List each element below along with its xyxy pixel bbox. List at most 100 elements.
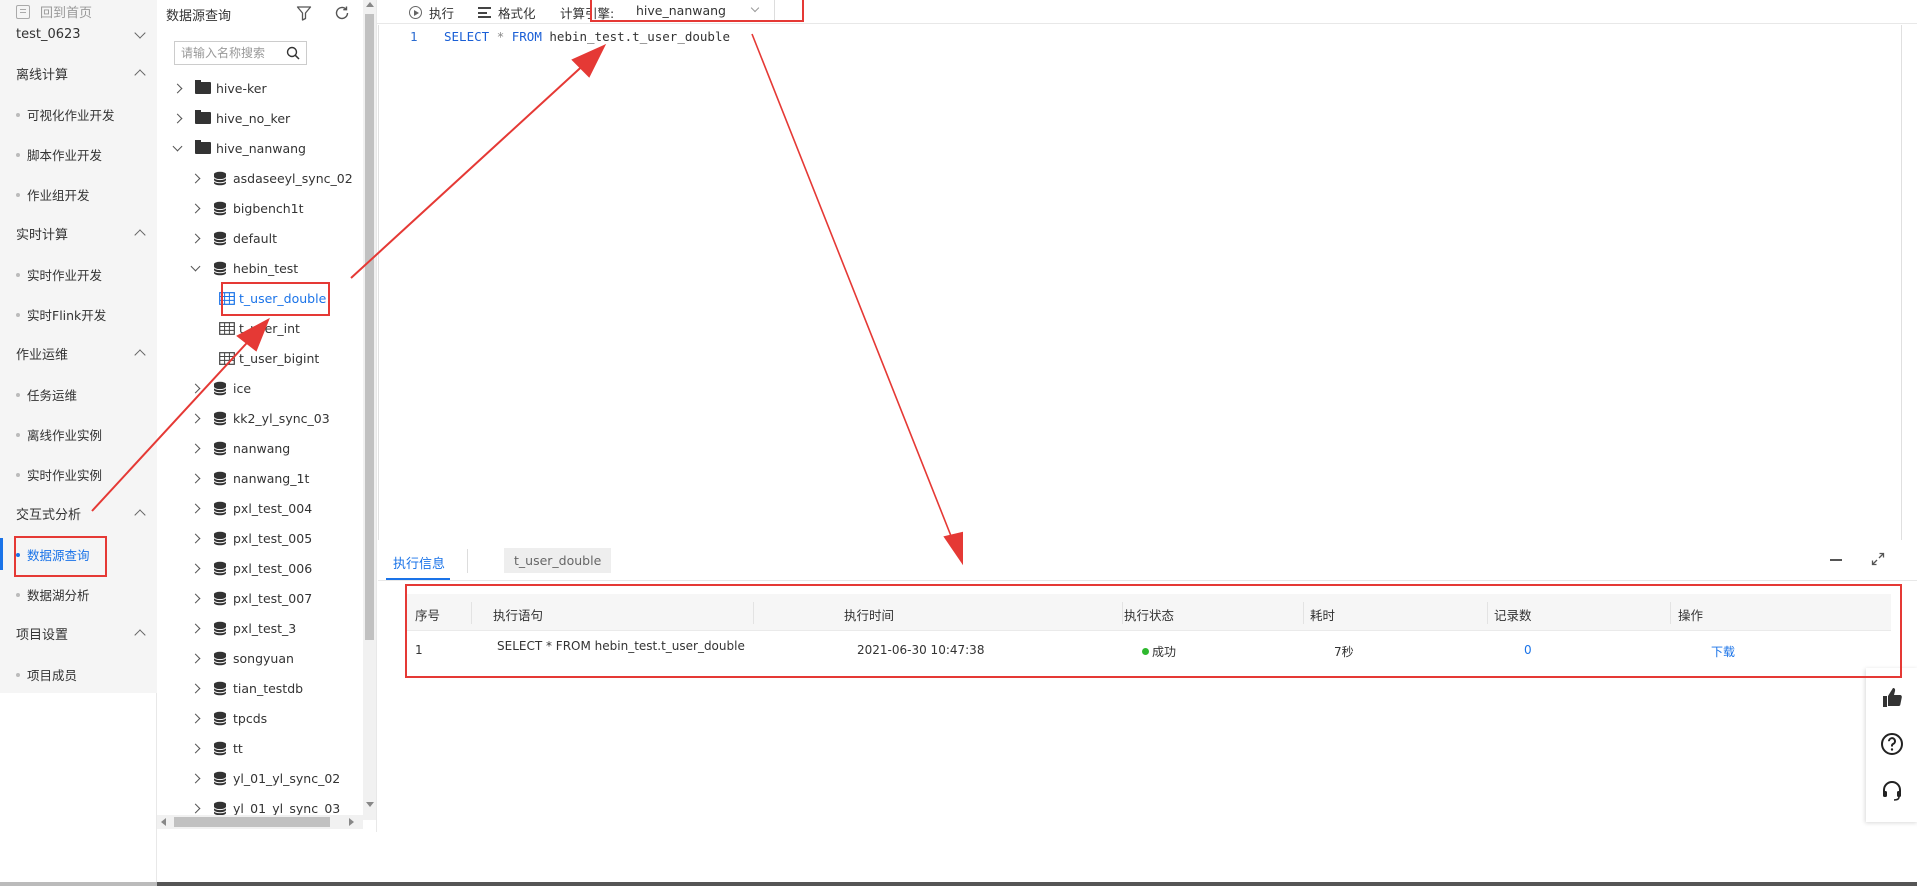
scroll-thumb[interactable]	[365, 14, 374, 640]
run-button[interactable]: 执行	[409, 3, 454, 22]
help-icon[interactable]	[1880, 732, 1904, 756]
nav-item-offline-instance[interactable]: 离线作业实例	[16, 425, 102, 444]
tree-node-folder[interactable]: hive_nanwang	[172, 138, 306, 158]
chevron-right-icon[interactable]	[190, 383, 201, 393]
tree-node-db[interactable]: kk2_yl_sync_03	[190, 408, 330, 428]
chevron-right-icon[interactable]	[172, 83, 183, 93]
chevron-right-icon[interactable]	[190, 443, 201, 453]
bullet-icon	[16, 152, 20, 157]
tree-node-db[interactable]: yl_01_yl_sync_02	[190, 768, 340, 788]
chevron-right-icon[interactable]	[190, 713, 201, 723]
tree-vertical-scrollbar[interactable]	[363, 0, 376, 820]
tree-node-db[interactable]: tt	[190, 738, 243, 758]
sql-code-line[interactable]: SELECT * FROM hebin_test.t_user_double	[444, 29, 730, 44]
nav-item-datalake-analysis[interactable]: 数据湖分析	[16, 585, 90, 604]
tree-node-db[interactable]: bigbench1t	[190, 198, 304, 218]
tree-node-label: pxl_test_004	[233, 500, 313, 516]
nav-item-visual-job[interactable]: 可视化作业开发	[16, 105, 115, 124]
chevron-right-icon[interactable]	[190, 533, 201, 543]
tree-node-folder[interactable]: hive_no_ker	[172, 108, 290, 128]
nav-item-project-members[interactable]: 项目成员	[16, 665, 77, 684]
tree-node-db[interactable]: hebin_test	[190, 258, 298, 278]
nav-item-task-ops[interactable]: 任务运维	[16, 385, 77, 404]
filter-icon[interactable]	[296, 5, 312, 21]
thumbs-up-icon[interactable]	[1880, 686, 1904, 710]
nav-item-realtime-instance[interactable]: 实时作业实例	[16, 465, 102, 484]
tree-node-db[interactable]: pxl_test_3	[190, 618, 296, 638]
nav-section-title: 作业运维	[16, 348, 69, 363]
tab-execution-info[interactable]: 执行信息	[393, 553, 445, 572]
tree-node-label: nanwang	[233, 440, 291, 456]
nav-item-script-job[interactable]: 脚本作业开发	[16, 145, 102, 164]
scroll-left-icon[interactable]	[161, 818, 166, 826]
home-link-label: 回到首页	[40, 6, 93, 21]
chevron-right-icon[interactable]	[190, 593, 201, 603]
customer-service-icon[interactable]	[1880, 778, 1904, 802]
tree-node-table[interactable]: t_user_int	[219, 318, 300, 338]
nav-section-ops[interactable]: 作业运维	[16, 344, 148, 363]
tree-node-db[interactable]: pxl_test_005	[190, 528, 312, 548]
nav-section-title: 交互式分析	[16, 508, 82, 523]
scroll-thumb[interactable]	[174, 817, 330, 827]
chevron-right-icon[interactable]	[190, 803, 201, 813]
home-link[interactable]: 回到首页	[16, 2, 92, 21]
nav-section-title: 实时计算	[16, 228, 69, 243]
tree-search-field[interactable]	[174, 41, 307, 65]
chevron-right-icon[interactable]	[190, 623, 201, 633]
tree-node-db[interactable]: ice	[190, 378, 251, 398]
nav-section-realtime[interactable]: 实时计算	[16, 224, 148, 243]
tree-node-db[interactable]: pxl_test_007	[190, 588, 312, 608]
tree-node-db[interactable]: default	[190, 228, 277, 248]
chevron-down-icon[interactable]	[172, 141, 183, 151]
scroll-right-icon[interactable]	[349, 818, 354, 826]
tree-node-db[interactable]: tpcds	[190, 708, 267, 728]
chevron-right-icon[interactable]	[190, 773, 201, 783]
tree-horizontal-scrollbar[interactable]	[157, 815, 363, 829]
project-select[interactable]: test_0623	[16, 26, 148, 42]
chevron-right-icon[interactable]	[190, 473, 201, 483]
sql-editor[interactable]: 1 SELECT * FROM hebin_test.t_user_double	[378, 25, 1917, 540]
chevron-right-icon[interactable]	[172, 113, 183, 123]
refresh-icon[interactable]	[334, 5, 350, 21]
scroll-down-icon[interactable]	[366, 802, 374, 807]
chevron-down-icon[interactable]	[190, 261, 201, 271]
chevron-right-icon[interactable]	[190, 503, 201, 513]
tree-node-db[interactable]: songyuan	[190, 648, 294, 668]
tree-node-db[interactable]: asdaseeyl_sync_02	[190, 168, 353, 188]
tree-node-db[interactable]: pxl_test_004	[190, 498, 313, 518]
tree-node-table[interactable]: t_user_bigint	[219, 348, 319, 368]
editor-scrollbar[interactable]	[1901, 25, 1902, 540]
nav-section-interactive[interactable]: 交互式分析	[16, 504, 148, 523]
tab-result-table[interactable]: t_user_double	[504, 548, 612, 573]
search-icon[interactable]	[286, 46, 300, 60]
chevron-right-icon[interactable]	[190, 203, 201, 213]
database-icon	[213, 621, 227, 635]
chevron-right-icon[interactable]	[190, 233, 201, 243]
database-icon	[213, 201, 227, 215]
scroll-up-icon[interactable]	[366, 2, 374, 7]
tree-search-input[interactable]	[181, 46, 276, 60]
chevron-right-icon[interactable]	[190, 413, 201, 423]
expand-icon[interactable]	[1871, 552, 1885, 566]
tree-node-folder[interactable]: hive-ker	[172, 78, 267, 98]
database-icon	[213, 501, 227, 515]
nav-item-job-group[interactable]: 作业组开发	[16, 185, 90, 204]
chevron-down-icon	[134, 26, 146, 39]
folder-icon	[195, 80, 211, 94]
tree-node-db[interactable]: nanwang	[190, 438, 291, 458]
nav-section-project-settings[interactable]: 项目设置	[16, 624, 148, 643]
chevron-right-icon[interactable]	[190, 563, 201, 573]
chevron-right-icon[interactable]	[190, 653, 201, 663]
chevron-right-icon[interactable]	[190, 683, 201, 693]
chevron-right-icon[interactable]	[190, 173, 201, 183]
format-button[interactable]: 格式化	[478, 3, 536, 22]
nav-item-flink-job[interactable]: 实时Flink开发	[16, 305, 106, 324]
floating-toolbar	[1866, 668, 1917, 822]
tree-node-db[interactable]: nanwang_1t	[190, 468, 309, 488]
tree-node-db[interactable]: tian_testdb	[190, 678, 303, 698]
nav-section-offline[interactable]: 离线计算	[16, 64, 148, 83]
tree-node-db[interactable]: pxl_test_006	[190, 558, 312, 578]
minimize-icon[interactable]	[1830, 559, 1842, 561]
chevron-right-icon[interactable]	[190, 743, 201, 753]
nav-item-realtime-job[interactable]: 实时作业开发	[16, 265, 102, 284]
